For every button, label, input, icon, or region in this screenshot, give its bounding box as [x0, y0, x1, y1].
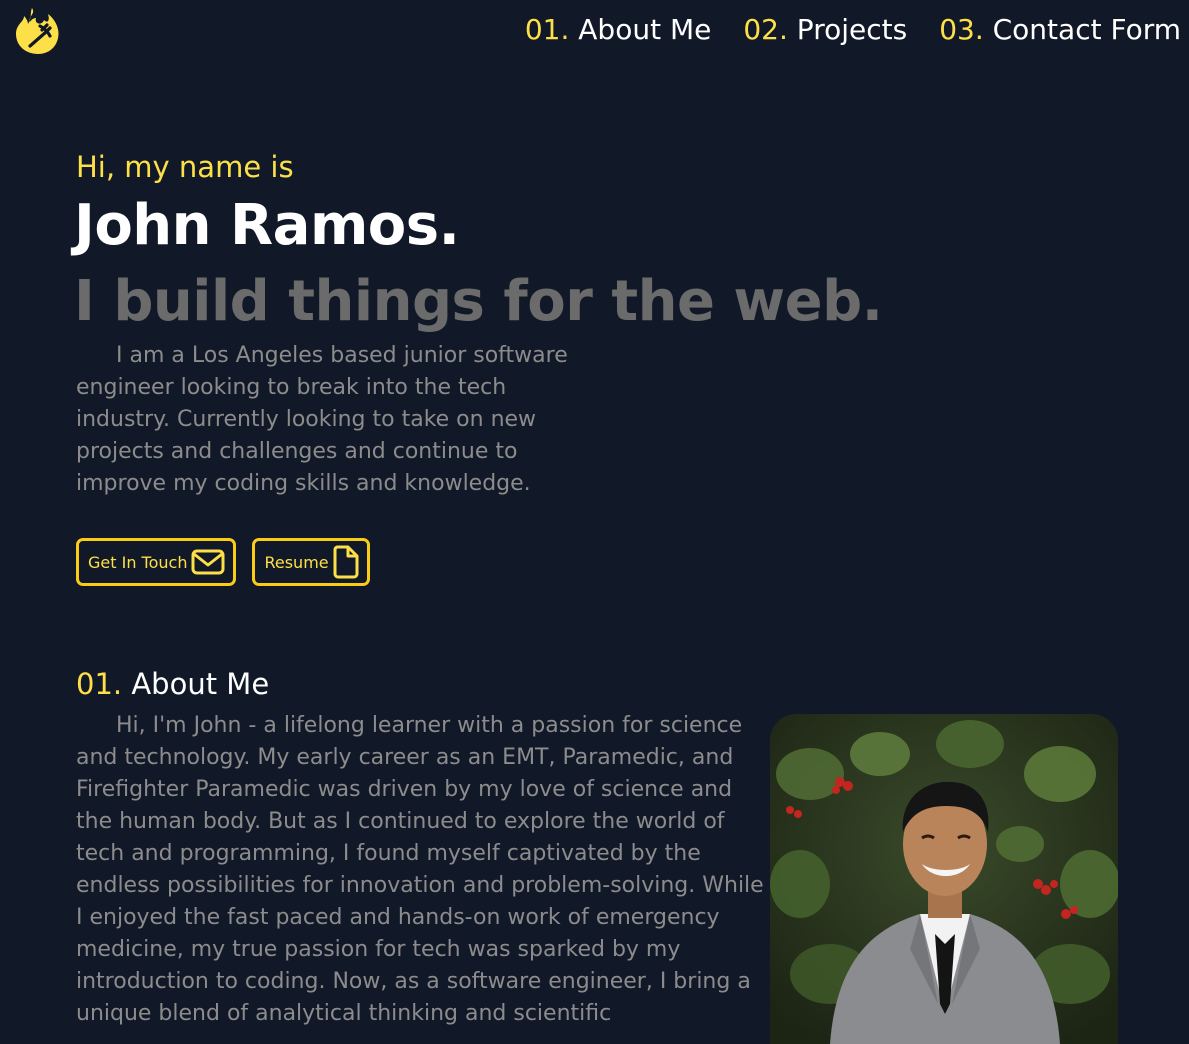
hero-name: John Ramos.: [74, 193, 460, 258]
nav-link-contact-form[interactable]: 03. Contact Form: [939, 10, 1181, 50]
section-title: About Me: [131, 667, 270, 701]
nav-link-number: 01.: [524, 13, 570, 46]
nav-link-projects[interactable]: 02. Projects: [743, 10, 907, 50]
nav-link-about-me[interactable]: 01. About Me: [525, 10, 712, 50]
nav-link-label: Contact Form: [992, 13, 1181, 46]
resume-button[interactable]: Resume: [252, 538, 370, 586]
nav-link-label: Projects: [796, 13, 908, 46]
hero-section: Hi, my name is John Ramos. I build thing…: [74, 146, 1076, 500]
get-in-touch-label: Get In Touch: [88, 552, 188, 572]
flame-pitchfork-logo-icon[interactable]: [14, 6, 60, 54]
hero-tagline: I build things for the web.: [74, 269, 883, 334]
nav-link-number: 02.: [743, 13, 788, 46]
section-number: 01.: [76, 667, 123, 701]
envelope-icon: [191, 549, 225, 575]
profile-photo: [770, 714, 1118, 1044]
about-section: 01. About Me Hi, I'm John - a lifelong l…: [76, 664, 1136, 1044]
nav-link-label: About Me: [578, 13, 712, 46]
nav-links: 01. About Me 02. Projects 03. Contact Fo…: [525, 10, 1181, 50]
nav-link-number: 03.: [939, 13, 984, 46]
top-nav: 01. About Me 02. Projects 03. Contact Fo…: [0, 0, 1189, 62]
resume-label: Resume: [264, 552, 329, 572]
about-heading: 01. About Me: [76, 664, 1136, 704]
about-body-text: Hi, I'm John - a lifelong learner with a…: [76, 713, 764, 1026]
hero-intro: I am a Los Angeles based junior software…: [76, 343, 568, 496]
get-in-touch-button[interactable]: Get In Touch: [76, 538, 237, 586]
hero-buttons: Get In Touch Resume: [76, 538, 370, 586]
hero-greeting: Hi, my name is: [76, 150, 294, 184]
document-icon: [333, 545, 359, 579]
